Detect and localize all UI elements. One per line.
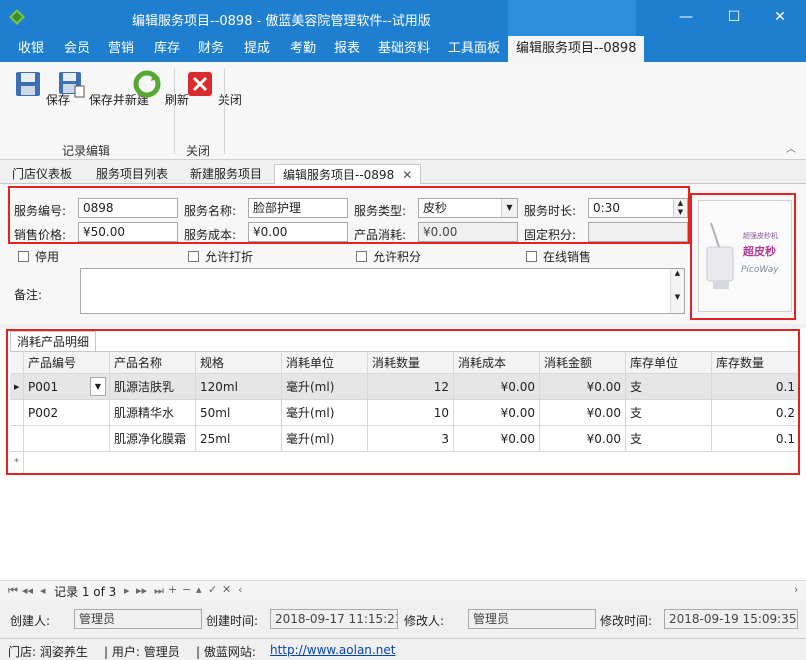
modifier-label: 修改人: [404, 614, 445, 628]
nav-first-icon[interactable]: ⏮ [8, 584, 18, 598]
refresh-button[interactable]: 刷新 [133, 70, 189, 108]
menu-reports[interactable]: 报表 [334, 36, 360, 62]
nav-next-icon[interactable]: ▸ [124, 584, 130, 597]
tab-service-list[interactable]: 服务项目列表 [88, 164, 176, 184]
menu-member[interactable]: 会员 [64, 36, 90, 62]
checkbox-points-label: 允许积分 [373, 250, 422, 264]
checkbox-icon [356, 251, 367, 262]
close-doc-button[interactable]: 关闭 [186, 70, 242, 108]
nav-prev-icon[interactable]: ◂ [40, 584, 46, 597]
status-user: | 用户: 管理员 [104, 645, 180, 659]
notes-textarea[interactable]: ▲ ▼ [80, 268, 685, 314]
close-icon [188, 72, 212, 96]
checkbox-online-label: 在线销售 [543, 250, 592, 264]
nav-delete-icon[interactable]: − [182, 583, 191, 596]
save-icon [16, 72, 40, 96]
checkbox-allow-discount[interactable]: 允许打折 [188, 248, 253, 265]
scroll-right-icon[interactable]: › [794, 583, 798, 596]
menu-edit-service[interactable]: 编辑服务项目--0898 [508, 36, 645, 62]
checkbox-icon [188, 251, 199, 262]
menu-marketing[interactable]: 营销 [108, 36, 134, 62]
tab-edit-service[interactable]: 编辑服务项目--0898 ✕ [274, 164, 422, 185]
modified-label: 修改时间: [600, 614, 653, 628]
refresh-icon [133, 70, 161, 98]
notes-label: 备注: [14, 288, 43, 302]
nav-next-page-icon[interactable]: ▸▸ [136, 584, 147, 597]
nav-edit-icon[interactable]: ▴ [196, 583, 202, 596]
website-link[interactable]: http://www.aolan.net [270, 643, 395, 657]
record-counter: 记录 1 of 3 [54, 585, 117, 599]
group-label-record: 记录编辑 [62, 144, 111, 158]
title-bar: 编辑服务项目--0898 - 傲蓝美容院管理软件--试用版 — ☐ ✕ [0, 0, 806, 36]
title-highlight [508, 0, 636, 36]
window-title: 编辑服务项目--0898 - 傲蓝美容院管理软件--试用版 [132, 14, 431, 29]
status-bar: 门店: 润姿养生 | 用户: 管理员 | 傲蓝网站: http://www.ao… [0, 638, 806, 660]
tab-edit-service-label: 编辑服务项目--0898 [283, 168, 395, 182]
created-field: 2018-09-17 11:15:23 [270, 609, 398, 629]
status-site-label: | 傲蓝网站: [196, 645, 256, 659]
minimize-button[interactable]: — [672, 6, 700, 28]
save-new-icon [59, 72, 85, 98]
status-store: 门店: 润姿养生 [8, 645, 88, 659]
image-highlight-box [690, 193, 796, 320]
menu-cashier[interactable]: 收银 [18, 36, 44, 62]
nav-prev-page-icon[interactable]: ◂◂ [22, 584, 33, 597]
checkbox-allow-points[interactable]: 允许积分 [356, 248, 421, 265]
close-doc-label: 关闭 [217, 93, 242, 107]
checkbox-icon [526, 251, 537, 262]
creator-label: 创建人: [10, 614, 51, 628]
tab-store-dashboard[interactable]: 门店仪表板 [4, 164, 80, 184]
checkbox-online-sale[interactable]: 在线销售 [526, 248, 591, 265]
close-window-button[interactable]: ✕ [766, 6, 794, 28]
checkbox-disabled-label: 停用 [35, 250, 60, 264]
nav-add-icon[interactable]: + [168, 583, 177, 596]
menu-bar: 收银 会员 营销 库存 财务 提成 考勤 报表 基础资料 工具面板 编辑服务项目… [0, 36, 806, 62]
menu-attendance[interactable]: 考勤 [290, 36, 316, 62]
notes-scrollbar[interactable]: ▲ ▼ [670, 269, 684, 313]
ribbon-separator [174, 68, 175, 154]
scroll-left-icon[interactable]: ‹ [238, 583, 242, 596]
menu-inventory[interactable]: 库存 [154, 36, 180, 62]
form-highlight-box [8, 186, 690, 244]
checkbox-icon [18, 251, 29, 262]
checkbox-disabled[interactable]: 停用 [18, 248, 59, 265]
group-label-close: 关闭 [186, 144, 211, 158]
menu-finance[interactable]: 财务 [198, 36, 224, 62]
checkbox-discount-label: 允许打折 [205, 250, 254, 264]
menu-tools[interactable]: 工具面板 [448, 36, 500, 62]
audit-info: 创建人: 管理员 创建时间: 2018-09-17 11:15:23 修改人: … [0, 602, 806, 636]
ribbon-separator [224, 68, 225, 154]
app-logo-icon [9, 9, 25, 25]
ribbon-collapse-icon[interactable]: ︿ [786, 140, 796, 155]
modifier-field: 管理员 [468, 609, 596, 629]
record-navigator: ⏮ ◂◂ ◂ 记录 1 of 3 ▸ ▸▸ ⏭ + − ▴ ✓ ✕ ‹ › [0, 580, 806, 600]
ribbon: 保存 保存并新建 刷新 关闭 记录编辑 关闭 ︿ [0, 62, 806, 160]
nav-last-icon[interactable]: ⏭ [154, 584, 164, 598]
grid-highlight-box [6, 329, 800, 475]
tab-new-service[interactable]: 新建服务项目 [182, 164, 270, 184]
modified-field: 2018-09-19 15:09:35 [664, 609, 798, 629]
menu-commission[interactable]: 提成 [244, 36, 270, 62]
menu-basic-data[interactable]: 基础资料 [378, 36, 430, 62]
tab-close-icon[interactable]: ✕ [402, 168, 412, 182]
created-label: 创建时间: [206, 614, 259, 628]
document-tabs: 门店仪表板 服务项目列表 新建服务项目 编辑服务项目--0898 ✕ [0, 160, 806, 185]
creator-field: 管理员 [74, 609, 202, 629]
maximize-button[interactable]: ☐ [720, 6, 748, 28]
nav-cancel-icon[interactable]: ✕ [222, 583, 231, 596]
nav-save-icon[interactable]: ✓ [208, 583, 217, 596]
